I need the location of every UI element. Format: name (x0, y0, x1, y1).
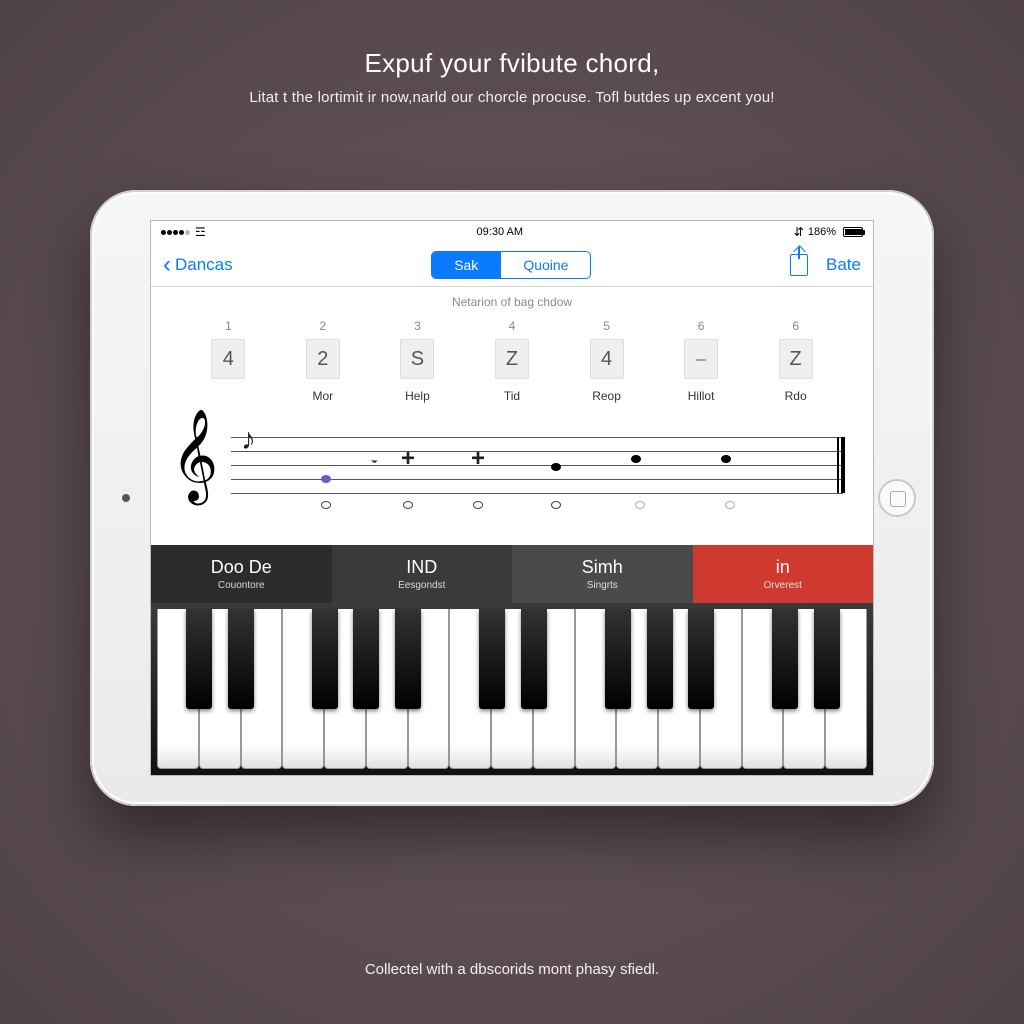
section-title: Netarion of bag chdow (151, 295, 873, 309)
treble-clef-icon: 𝄞 (171, 415, 218, 495)
segmented-control: Sak Quoine (431, 251, 591, 279)
action-label: IND (406, 557, 437, 578)
promo-title: Expuf your fvibute chord, (0, 48, 1024, 79)
action-button[interactable]: Doo De Couontore (151, 545, 332, 603)
status-bar: ☲ 09:30 AM ⇵ 186% (151, 221, 873, 243)
chord-slot[interactable]: 2 2 Mor (306, 319, 340, 403)
chord-slot[interactable]: 6 ⎯ Hillot (684, 319, 718, 403)
slot-tile[interactable]: ⎯ (684, 339, 718, 379)
final-barline (837, 437, 845, 493)
chord-slot[interactable]: 14 (211, 319, 245, 403)
action-label: Simh (582, 557, 623, 578)
black-key[interactable] (479, 609, 505, 709)
chevron-left-icon: ‹ (163, 253, 171, 277)
promo-subtitle: Litat t the lortimit ir now,narld our ch… (0, 89, 1024, 106)
piano-keyboard[interactable] (151, 603, 873, 775)
black-key[interactable] (772, 609, 798, 709)
black-key[interactable] (312, 609, 338, 709)
note-icon: ♪ (241, 425, 256, 455)
signal-dots-icon (161, 226, 191, 238)
note-icon (473, 501, 483, 509)
chord-slot[interactable]: 5 4 Reop (590, 319, 624, 403)
promo-footer: Collectel with a dbscorids mont phasy sf… (0, 961, 1024, 978)
note-icon (721, 455, 731, 463)
back-label: Dancas (175, 255, 233, 275)
slot-tile[interactable]: 4 (211, 339, 245, 379)
slot-tile[interactable]: Z (495, 339, 529, 379)
note-icon (321, 475, 331, 483)
slot-label: Hillot (688, 389, 715, 403)
black-key[interactable] (395, 609, 421, 709)
black-key[interactable] (521, 609, 547, 709)
segment-quoine[interactable]: Quoine (501, 252, 590, 278)
black-key[interactable] (353, 609, 379, 709)
chord-slots: 1422Mor3SHelp4ZTid54Reop6⎯Hillot6ZRdo (151, 309, 873, 403)
plus-icon: + (471, 445, 485, 473)
slot-number: 6 (698, 319, 705, 333)
action-button[interactable]: in Orverest (693, 545, 874, 603)
slot-tile[interactable]: S (400, 339, 434, 379)
black-key[interactable] (228, 609, 254, 709)
slot-tile[interactable]: 2 (306, 339, 340, 379)
action-bar: Doo De Couontore IND Eesgondst Simh Singrts in… (151, 545, 873, 603)
note-icon (551, 501, 561, 509)
action-sublabel: Singrts (587, 580, 618, 591)
slot-number: 4 (509, 319, 516, 333)
slot-number: 2 (320, 319, 327, 333)
slot-label: Tid (504, 389, 520, 403)
action-label: Doo De (211, 557, 272, 578)
wifi-icon-right: ⇵ (794, 225, 804, 239)
music-staff: 𝄞 ♪ 𝄻 + + (171, 415, 853, 525)
note-icon (725, 501, 735, 509)
chord-slot[interactable]: 6 Z Rdo (779, 319, 813, 403)
slot-label: Reop (592, 389, 621, 403)
slot-number: 1 (225, 319, 232, 333)
action-sublabel: Couontore (218, 580, 265, 591)
note-icon (321, 501, 331, 509)
slot-label: Rdo (785, 389, 807, 403)
tablet-mockup: ☲ 09:30 AM ⇵ 186% ‹ Dancas Sak Quoine (90, 190, 934, 806)
action-sublabel: Orverest (764, 580, 802, 591)
camera-dot (122, 494, 130, 502)
action-button[interactable]: Simh Singrts (512, 545, 693, 603)
slot-tile[interactable]: 4 (590, 339, 624, 379)
note-icon (635, 501, 645, 509)
slot-number: 6 (792, 319, 799, 333)
black-key[interactable] (186, 609, 212, 709)
action-button[interactable]: IND Eesgondst (332, 545, 513, 603)
action-label: in (776, 557, 790, 578)
slot-number: 5 (603, 319, 610, 333)
black-key[interactable] (647, 609, 673, 709)
note-icon (551, 463, 561, 471)
nav-bar: ‹ Dancas Sak Quoine Bate (151, 243, 873, 287)
app-screen: ☲ 09:30 AM ⇵ 186% ‹ Dancas Sak Quoine (150, 220, 874, 776)
action-sublabel: Eesgondst (398, 580, 445, 591)
segment-sak[interactable]: Sak (432, 252, 501, 278)
chord-slot[interactable]: 3 S Help (400, 319, 434, 403)
chord-slot[interactable]: 4 Z Tid (495, 319, 529, 403)
home-button[interactable] (878, 479, 916, 517)
rest-icon: 𝄻 (371, 455, 378, 476)
black-key[interactable] (605, 609, 631, 709)
black-key[interactable] (814, 609, 840, 709)
black-key[interactable] (688, 609, 714, 709)
slot-label: Mor (313, 389, 334, 403)
back-button[interactable]: ‹ Dancas (163, 253, 233, 277)
note-icon (631, 455, 641, 463)
slot-label: Help (405, 389, 430, 403)
note-icon (403, 501, 413, 509)
battery-icon (843, 227, 863, 237)
wifi-icon: ☲ (195, 225, 206, 239)
nav-right-button[interactable]: Bate (826, 255, 861, 275)
share-icon[interactable] (790, 254, 808, 276)
status-time: 09:30 AM (477, 226, 523, 238)
slot-tile[interactable]: Z (779, 339, 813, 379)
plus-icon: + (401, 445, 415, 473)
battery-percent: 186% (808, 226, 836, 238)
slot-number: 3 (414, 319, 421, 333)
